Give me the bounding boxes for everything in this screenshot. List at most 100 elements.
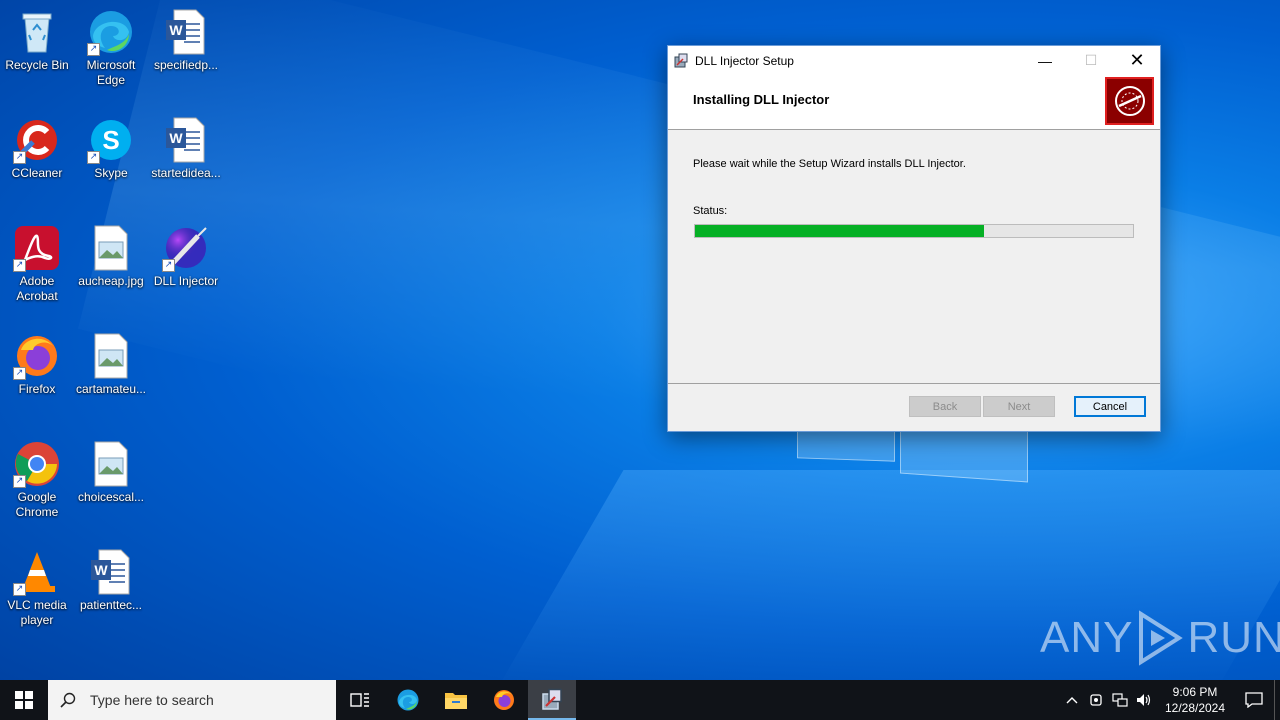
desktop-icon-adobe-acrobat[interactable]: ↗ Adobe Acrobat — [0, 224, 75, 304]
network-icon — [1112, 693, 1128, 707]
cancel-button[interactable]: Cancel — [1074, 396, 1146, 417]
shortcut-arrow-icon: ↗ — [13, 475, 26, 488]
status-label: Status: — [693, 205, 728, 217]
button-separator — [668, 383, 1160, 384]
search-icon — [60, 692, 76, 708]
desktop-icon-recycle-bin[interactable]: Recycle Bin — [0, 8, 75, 73]
svg-text:W: W — [94, 562, 108, 578]
window-title: DLL Injector Setup — [695, 53, 794, 68]
word-doc-icon: W — [162, 8, 210, 56]
installer-brand-icon — [1105, 77, 1154, 125]
image-file-icon — [87, 332, 135, 380]
svg-text:S: S — [102, 125, 119, 155]
desktop-icon-google-chrome[interactable]: ↗ Google Chrome — [0, 440, 75, 520]
desktop-icon-microsoft-edge[interactable]: ↗ Microsoft Edge — [73, 8, 149, 88]
tray-volume-button[interactable] — [1132, 680, 1156, 720]
desktop-icon-label: choicescal... — [77, 490, 145, 504]
installer-icon — [673, 53, 689, 69]
desktop-icon-ccleaner[interactable]: ↗ CCleaner — [0, 116, 75, 181]
task-view-button[interactable] — [336, 680, 384, 720]
windows-logo-icon — [15, 691, 33, 709]
back-button[interactable]: Back — [909, 396, 981, 417]
progress-fill — [695, 225, 985, 237]
acrobat-icon: ↗ — [13, 224, 61, 272]
taskbar-setup-button[interactable] — [528, 680, 576, 720]
firefox-icon: ↗ — [13, 332, 61, 380]
device-icon — [1090, 694, 1102, 706]
desktop-icon-specifiedp[interactable]: W specifiedp... — [148, 8, 224, 73]
desktop-icon-label: Adobe Acrobat — [16, 274, 58, 303]
desktop-icon-label: DLL Injector — [153, 274, 219, 288]
desktop-icon-choicescal[interactable]: choicescal... — [73, 440, 149, 505]
taskbar-firefox-button[interactable] — [480, 680, 528, 720]
window-titlebar[interactable]: DLL Injector Setup — ☐ ✕ — [668, 46, 1160, 75]
shortcut-arrow-icon: ↗ — [162, 259, 175, 272]
system-tray: 9:06 PM 12/28/2024 — [1060, 680, 1280, 720]
play-logo-icon — [1137, 610, 1184, 666]
notification-icon — [1245, 692, 1263, 708]
volume-icon — [1137, 694, 1151, 706]
desktop-icon-label: aucheap.jpg — [78, 274, 144, 288]
ccleaner-icon: ↗ — [13, 116, 61, 164]
desktop-icon-vlc-media-player[interactable]: ↗ VLC media player — [0, 548, 75, 628]
show-desktop-button[interactable] — [1274, 680, 1280, 720]
skype-icon: S ↗ — [87, 116, 135, 164]
desktop-icon-label: specifiedp... — [153, 58, 219, 72]
image-file-icon — [87, 224, 135, 272]
desktop-icon-label: Microsoft Edge — [86, 58, 136, 87]
show-hidden-icons-button[interactable] — [1060, 680, 1084, 720]
vlc-icon: ↗ — [13, 548, 61, 596]
desktop-icon-label: startedidea... — [151, 166, 221, 180]
desktop-icon-cartamateu[interactable]: cartamateu... — [73, 332, 149, 397]
file-explorer-icon — [445, 693, 467, 709]
taskbar-edge-button[interactable] — [384, 680, 432, 720]
desktop-icon-skype[interactable]: S ↗ Skype — [73, 116, 149, 181]
shortcut-arrow-icon: ↗ — [87, 43, 100, 56]
desktop-icon-label: Google Chrome — [15, 490, 59, 519]
desktop-icon-label: Recycle Bin — [5, 58, 69, 72]
desktop-icon-label: Skype — [94, 166, 128, 180]
desktop-icon-patienttec[interactable]: W patienttec... — [73, 548, 149, 613]
minimize-button[interactable]: — — [1022, 46, 1068, 75]
taskbar: Type here to search 9:06 PM 12/28/2024 — [0, 680, 1280, 720]
taskbar-search-box[interactable]: Type here to search — [48, 680, 336, 720]
firefox-icon — [494, 690, 514, 710]
next-button[interactable]: Next — [983, 396, 1055, 417]
edge-icon — [397, 689, 419, 711]
action-center-button[interactable] — [1234, 680, 1274, 720]
shortcut-arrow-icon: ↗ — [13, 259, 26, 272]
desktop-icon-startedidea[interactable]: W startedidea... — [148, 116, 224, 181]
desktop-icon-firefox[interactable]: ↗ Firefox — [0, 332, 75, 397]
svg-text:W: W — [169, 130, 183, 146]
desktop-icon-label: cartamateu... — [75, 382, 147, 396]
setup-installer-icon — [542, 688, 562, 710]
clock-time: 9:06 PM — [1172, 685, 1218, 699]
tray-network-button[interactable] — [1108, 680, 1132, 720]
svg-text:W: W — [169, 22, 183, 38]
start-button[interactable] — [0, 680, 48, 720]
taskbar-clock[interactable]: 9:06 PM 12/28/2024 — [1156, 684, 1234, 716]
desktop-icon-label: Firefox — [18, 382, 56, 396]
watermark-text-left: ANY — [1040, 613, 1134, 662]
word-doc-icon: W — [87, 548, 135, 596]
word-doc-icon: W — [162, 116, 210, 164]
tray-security-button[interactable] — [1084, 680, 1108, 720]
dll-injector-icon: ↗ — [162, 224, 210, 272]
shortcut-arrow-icon: ↗ — [87, 151, 100, 164]
taskbar-file-explorer-button[interactable] — [432, 680, 480, 720]
shortcut-arrow-icon: ↗ — [13, 151, 26, 164]
desktop-icon-dll-injector[interactable]: ↗ DLL Injector — [148, 224, 224, 289]
close-button[interactable]: ✕ — [1114, 46, 1160, 75]
task-view-icon — [350, 693, 369, 707]
setup-window: DLL Injector Setup — ☐ ✕ Installing DLL … — [667, 45, 1161, 432]
desktop-icon-aucheap-jpg[interactable]: aucheap.jpg — [73, 224, 149, 289]
shortcut-arrow-icon: ↗ — [13, 583, 26, 596]
chrome-icon: ↗ — [13, 440, 61, 488]
shortcut-arrow-icon: ↗ — [13, 367, 26, 380]
maximize-button[interactable]: ☐ — [1068, 46, 1114, 75]
search-placeholder: Type here to search — [90, 692, 214, 708]
clock-date: 12/28/2024 — [1164, 701, 1226, 715]
desktop-icon-label: VLC media player — [7, 598, 67, 627]
edge-icon: ↗ — [87, 8, 135, 56]
recycle-bin-icon — [13, 8, 61, 56]
